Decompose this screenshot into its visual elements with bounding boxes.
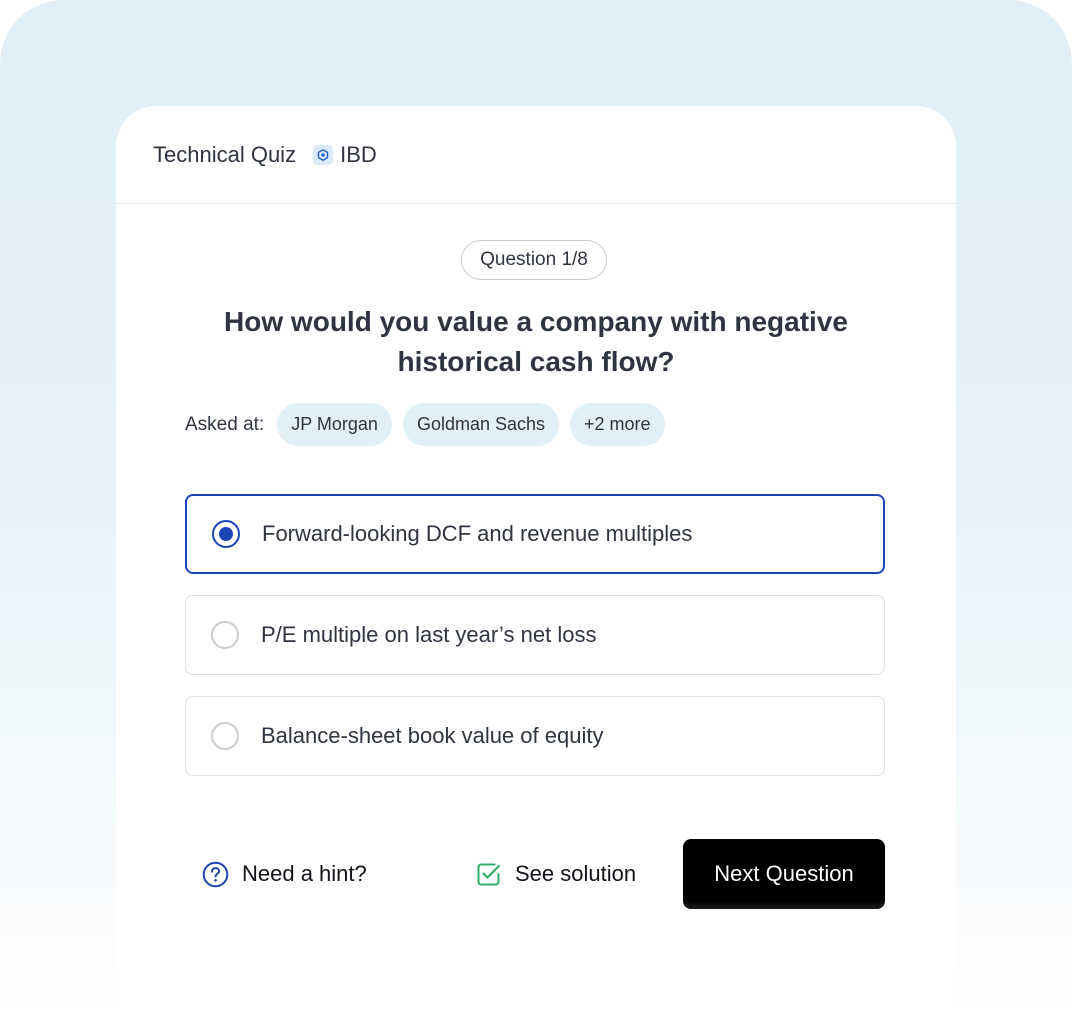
answer-option-label: P/E multiple on last year’s net loss — [261, 622, 597, 647]
see-solution-label: See solution — [515, 861, 637, 886]
see-solution-button[interactable]: See solution — [475, 853, 636, 895]
card-header: Technical Quiz IBD — [116, 106, 956, 204]
quiz-card: Technical Quiz IBD Question 1/8 How woul… — [116, 106, 956, 986]
company-chip-jp-morgan[interactable]: JP Morgan — [277, 403, 392, 446]
radio-button[interactable] — [211, 722, 239, 750]
asked-at-label: Asked at: — [185, 413, 265, 435]
hint-button[interactable]: Need a hint? — [202, 853, 367, 895]
card-bottom-fade — [116, 900, 956, 1016]
radio-button[interactable] — [211, 621, 239, 649]
answer-option[interactable]: Balance-sheet book value of equity — [185, 696, 885, 776]
answer-option-label: Balance-sheet book value of equity — [261, 723, 604, 748]
asked-at-row: Asked at: JP Morgan Goldman Sachs +2 mor… — [185, 403, 676, 446]
category-tag: IBD — [340, 141, 377, 167]
question-text: How would you value a company with negat… — [224, 306, 848, 377]
answer-option[interactable]: P/E multiple on last year’s net loss — [185, 595, 885, 675]
company-chip-goldman-sachs[interactable]: Goldman Sachs — [402, 403, 560, 446]
radio-button[interactable] — [212, 520, 240, 548]
background-panel: Technical Quiz IBD Question 1/8 How woul… — [0, 0, 1072, 1016]
hint-label: Need a hint? — [242, 861, 367, 886]
next-question-button[interactable]: Next Question — [683, 839, 885, 909]
answer-options: Forward-looking DCF and revenue multiple… — [185, 494, 885, 797]
question-counter: Question 1/8 — [461, 240, 607, 280]
check-square-icon — [475, 861, 502, 888]
question-circle-icon — [202, 861, 229, 888]
answer-option-label: Forward-looking DCF and revenue multiple… — [262, 521, 693, 546]
more-companies-chip[interactable]: +2 more — [570, 403, 665, 446]
ibd-icon — [313, 144, 334, 165]
quiz-title: Technical Quiz — [153, 141, 297, 167]
answer-option[interactable]: Forward-looking DCF and revenue multiple… — [185, 494, 885, 574]
radio-dot — [219, 527, 233, 541]
